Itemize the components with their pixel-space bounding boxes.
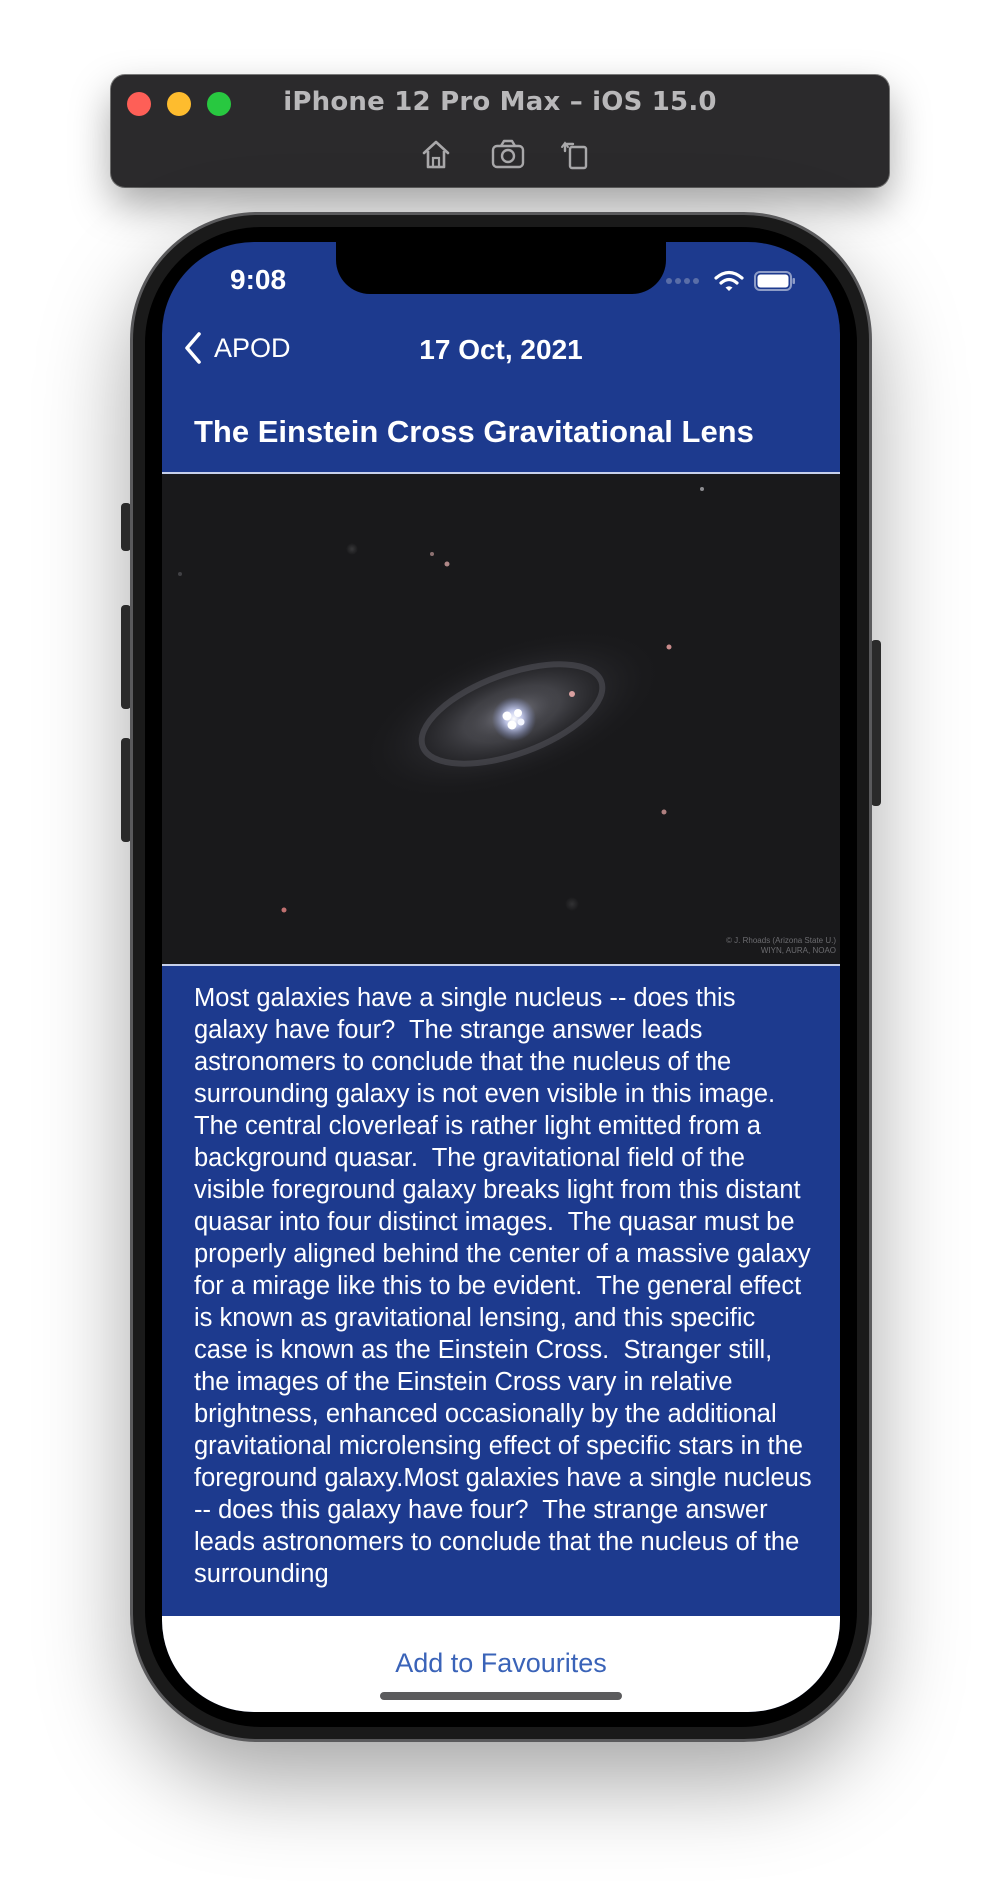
nav-title-date: 17 Oct, 2021 bbox=[419, 334, 583, 365]
apod-image[interactable]: © J. Rhoads (Arizona State U.) WIYN, AUR… bbox=[162, 474, 840, 964]
signal-icon bbox=[666, 278, 702, 284]
galaxy-image bbox=[162, 474, 840, 964]
image-credit: © J. Rhoads (Arizona State U.) WIYN, AUR… bbox=[726, 936, 836, 955]
status-indicators bbox=[666, 268, 796, 294]
simulator-stage: iPhone 12 Pro Max – iOS 15.0 9:08 APOD 1… bbox=[0, 0, 1002, 1896]
home-icon[interactable] bbox=[418, 137, 454, 171]
wifi-icon bbox=[714, 270, 744, 291]
simulator-tools bbox=[111, 137, 889, 171]
battery-icon bbox=[754, 271, 795, 291]
home-indicator[interactable] bbox=[380, 1692, 622, 1700]
phone-screen: 9:08 APOD 17 Oct, 2021 The Einstein Cros… bbox=[162, 242, 840, 1712]
navigation-bar: APOD 17 Oct, 2021 bbox=[162, 320, 840, 384]
camera-icon[interactable] bbox=[490, 137, 526, 171]
page-title: The Einstein Cross Gravitational Lens bbox=[194, 414, 754, 449]
divider bbox=[162, 964, 840, 966]
notch bbox=[336, 242, 666, 294]
explanation-text: Most galaxies have a single nucleus -- d… bbox=[194, 984, 812, 1588]
simulator-toolbar: iPhone 12 Pro Max – iOS 15.0 bbox=[111, 75, 889, 187]
status-time: 9:08 bbox=[230, 264, 287, 295]
power-button bbox=[871, 640, 881, 806]
add-to-favourites-button[interactable]: Add to Favourites bbox=[162, 1648, 840, 1679]
simulator-title: iPhone 12 Pro Max – iOS 15.0 bbox=[283, 87, 717, 117]
rotate-icon[interactable] bbox=[559, 137, 595, 171]
